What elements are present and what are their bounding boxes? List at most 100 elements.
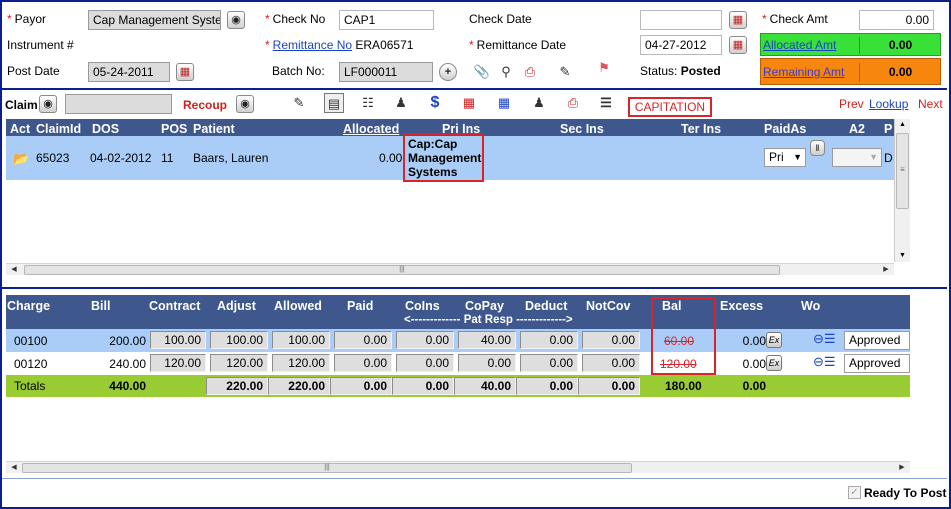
dollar-icon[interactable]: $: [425, 93, 445, 113]
check-amt-field[interactable]: 0.00: [859, 10, 934, 30]
calculator-icon[interactable]: ▦: [459, 93, 479, 113]
charge-contract[interactable]: 100.00: [150, 331, 206, 349]
claims-vscroll[interactable]: ▲ ≡ ▼: [894, 119, 910, 262]
charge-status-select[interactable]: Approved: [844, 331, 910, 350]
claim-dos: 04-02-2012: [90, 151, 152, 165]
charge-copay[interactable]: 40.00: [458, 331, 516, 349]
status-value: Posted: [680, 64, 721, 78]
ledger-icon[interactable]: ▤: [324, 93, 344, 113]
charge-deduct[interactable]: 0.00: [520, 354, 578, 372]
totals-adjust: 220.00: [206, 377, 268, 395]
check-no-field[interactable]: CAP1: [339, 10, 434, 30]
claims-hscroll[interactable]: ◀ ||| ▶: [6, 263, 894, 275]
totals-paid: 0.00: [330, 377, 392, 395]
charge-adjust[interactable]: 100.00: [210, 331, 268, 349]
allocated-amt-box: Allocated Amt 0.00: [760, 33, 941, 56]
batch-no-label: Batch No:: [272, 64, 325, 78]
payor-label: * Payor: [7, 12, 47, 26]
charges-hscroll[interactable]: ◀ ||| ▶: [6, 461, 910, 473]
flag-icon[interactable]: ⚑: [594, 58, 614, 78]
allocated-amt-link[interactable]: Allocated Amt: [763, 38, 836, 52]
check-date-calendar-icon[interactable]: ▦: [729, 11, 747, 29]
claim-lookup-binoculars-icon[interactable]: ◉: [39, 95, 57, 113]
header-divider: [2, 88, 947, 90]
charge-notcov[interactable]: 0.00: [582, 354, 640, 372]
charge-coins[interactable]: 0.00: [396, 331, 454, 349]
remaining-amt-box: Remaining Amt 0.00: [760, 58, 941, 85]
claim-allocated: 0.00: [379, 151, 403, 165]
recoup-binoculars-icon[interactable]: ◉: [236, 95, 254, 113]
paid-as-select[interactable]: Pri ▼: [764, 148, 806, 167]
charge-contract[interactable]: 120.00: [150, 354, 206, 372]
totals-allowed: 220.00: [268, 377, 330, 395]
remittance-date-label: * Remittance Date: [469, 38, 567, 52]
attach-paperclip-icon[interactable]: 📎: [472, 62, 492, 82]
charge-bill: 240.00: [109, 357, 146, 371]
patient-card-icon[interactable]: ☷: [358, 93, 378, 113]
claim-label: Claim: [5, 98, 38, 112]
col-excess: Excess: [720, 299, 764, 313]
remittance-date-calendar-icon[interactable]: ▦: [729, 36, 747, 54]
capitation-button[interactable]: CAPITATION: [628, 97, 712, 117]
claim-pri-ins: Cap:Cap Management Systems: [408, 137, 482, 179]
col-contract: Contract: [149, 299, 201, 313]
remaining-amt-link[interactable]: Remaining Amt: [763, 65, 844, 79]
charge-status-select[interactable]: Approved: [844, 354, 910, 373]
notes-icon[interactable]: ✎: [555, 62, 575, 82]
print-icon[interactable]: ⎙: [520, 62, 540, 82]
charge-paid[interactable]: 0.00: [334, 331, 392, 349]
chevron-down-icon: ▼: [793, 152, 802, 162]
allocated-amt-value: 0.00: [859, 37, 941, 54]
charge-notcov[interactable]: 0.00: [582, 331, 640, 349]
charge-paid[interactable]: 0.00: [334, 354, 392, 372]
batch-no-field[interactable]: LF000011: [339, 62, 433, 82]
open-folder-icon[interactable]: 📂: [13, 151, 29, 167]
grid-divider: [2, 287, 947, 289]
film-strip-icon[interactable]: ☰: [596, 93, 616, 113]
zoom-magnifier-icon[interactable]: ⚲: [496, 62, 516, 82]
grid-view-icon[interactable]: ▦: [494, 93, 514, 113]
payor-field[interactable]: Cap Management Syste: [88, 10, 221, 30]
col-p: P: [884, 122, 893, 136]
lookup-link[interactable]: Lookup: [869, 97, 908, 111]
instrument-label: Instrument #: [7, 38, 74, 52]
claim-last-col: D: [884, 151, 893, 165]
a2-select[interactable]: ▼: [832, 148, 882, 167]
add-batch-plus-icon[interactable]: +: [439, 63, 457, 81]
pat-resp-label: <------------- Pat Resp ------------->: [404, 314, 573, 326]
check-date-field[interactable]: [640, 10, 722, 30]
charge-adjust[interactable]: 120.00: [210, 354, 268, 372]
writeoff-edit-icon[interactable]: ⊖☰: [813, 354, 841, 372]
remittance-no-link[interactable]: Remittance No: [273, 38, 352, 52]
post-date-calendar-icon[interactable]: ▦: [176, 63, 194, 81]
remittance-date-field[interactable]: 04-27-2012: [640, 35, 722, 55]
bal-highlight: [651, 297, 716, 375]
totals-excess: 0.00: [742, 379, 766, 393]
paid-as-info-icon[interactable]: ‖: [810, 140, 825, 156]
col-coins: CoIns: [405, 299, 440, 313]
totals-row: Totals 440.00 220.00 220.00 0.00 0.00 40…: [6, 375, 910, 397]
ready-to-post-checkbox[interactable]: ✓: [848, 486, 861, 499]
print-claim-icon[interactable]: ⎙: [563, 93, 583, 113]
payor-lookup-binoculars-icon[interactable]: ◉: [227, 11, 245, 29]
edit-claim-icon[interactable]: ✎: [289, 93, 309, 113]
charge-coins[interactable]: 0.00: [396, 354, 454, 372]
charges-header: Charge Bill Contract Adjust Allowed Paid…: [6, 295, 910, 329]
charge-deduct[interactable]: 0.00: [520, 331, 578, 349]
status-row: Status: Posted: [640, 64, 721, 78]
user-list-icon[interactable]: ♟: [529, 93, 549, 113]
post-date-field[interactable]: 05-24-2011: [88, 62, 170, 82]
charge-allowed[interactable]: 100.00: [272, 331, 330, 349]
col-claimid: ClaimId: [36, 122, 82, 136]
claim-field[interactable]: [65, 94, 172, 114]
charge-copay[interactable]: 0.00: [458, 354, 516, 372]
excess-button[interactable]: Ex: [766, 332, 782, 348]
excess-button[interactable]: Ex: [766, 355, 782, 371]
charge-allowed[interactable]: 120.00: [272, 354, 330, 372]
next-link[interactable]: Next: [918, 97, 943, 111]
footer-divider: [2, 478, 947, 479]
prev-link[interactable]: Prev: [839, 97, 864, 111]
users-icon[interactable]: ♟: [391, 93, 411, 113]
writeoff-edit-icon[interactable]: ⊖☰: [813, 331, 841, 349]
col-allocated[interactable]: Allocated: [343, 122, 399, 136]
